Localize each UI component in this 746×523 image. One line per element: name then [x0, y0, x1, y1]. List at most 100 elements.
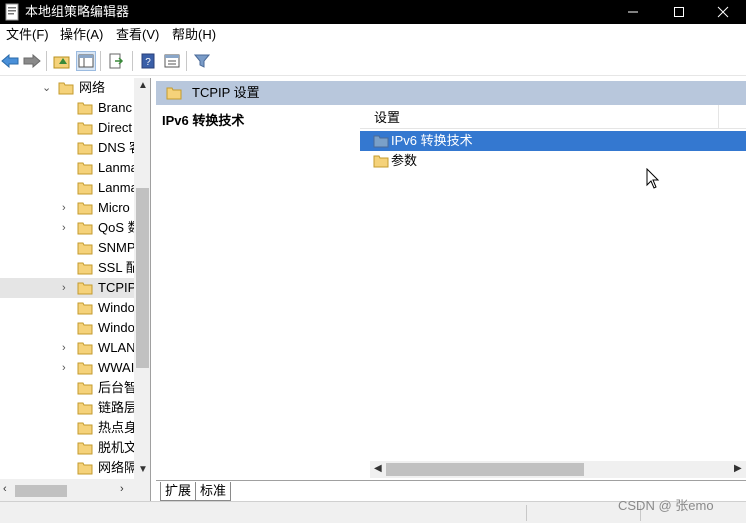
folder-icon	[58, 82, 74, 95]
folder-icon	[77, 182, 93, 195]
tree-item[interactable]: › QoS 数	[0, 218, 141, 238]
up-level-button[interactable]	[52, 51, 72, 71]
tree-item[interactable]: › WLAN	[0, 338, 136, 358]
folder-icon	[77, 222, 93, 235]
folder-icon	[77, 162, 93, 175]
tree-item-label: Direct	[98, 120, 132, 135]
menu-file[interactable]: 文件(F)	[2, 27, 53, 43]
tree-item-root[interactable]: ⌄ 网络	[0, 78, 134, 98]
scroll-thumb[interactable]	[136, 188, 149, 368]
tree-item[interactable]: 网络隔	[0, 458, 137, 478]
column-header-label: 设置	[374, 110, 401, 125]
show-hide-tree-button[interactable]	[76, 51, 96, 71]
forward-button[interactable]	[22, 51, 42, 71]
tree-item[interactable]: Windo	[0, 298, 135, 318]
folder-icon	[77, 262, 93, 275]
tree-item-label: WLAN	[98, 340, 136, 355]
properties-icon	[164, 54, 180, 68]
expand-chevron-icon[interactable]: ›	[62, 201, 72, 215]
scroll-thumb[interactable]	[386, 463, 584, 476]
expand-chevron-icon[interactable]: ›	[62, 281, 72, 295]
tree-item[interactable]: 链路层	[0, 398, 138, 418]
tree-item[interactable]: Lanma	[0, 158, 138, 178]
description-title: IPv6 转换技术	[162, 113, 245, 128]
maximize-icon	[674, 7, 684, 17]
toolbar-separator	[186, 51, 187, 71]
minimize-button[interactable]	[610, 0, 656, 24]
tree-item[interactable]: DNS 客	[0, 138, 142, 158]
properties-button[interactable]	[162, 51, 182, 71]
menu-help[interactable]: 帮助(H)	[168, 27, 220, 43]
node-header-title: TCPIP 设置	[192, 85, 260, 100]
filter-button[interactable]	[192, 51, 212, 71]
scroll-down-icon[interactable]: ▼	[138, 464, 148, 475]
folder-icon	[77, 242, 93, 255]
column-header-setting[interactable]: 设置	[360, 105, 746, 129]
tree-item[interactable]: › Micro	[0, 198, 134, 218]
tab-standard[interactable]: 标准	[196, 482, 232, 501]
tree-item-label: 热点身	[98, 420, 138, 435]
node-header: TCPIP 设置	[156, 81, 746, 105]
scroll-thumb[interactable]	[15, 485, 67, 497]
tree-item-label: 脱机文	[98, 440, 138, 455]
back-button[interactable]	[0, 51, 20, 71]
folder-icon	[77, 442, 93, 455]
close-button[interactable]	[700, 0, 746, 24]
toolbar-separator	[46, 51, 47, 71]
collapse-chevron-icon[interactable]: ⌄	[42, 81, 52, 95]
folder-icon	[77, 402, 93, 415]
expand-chevron-icon[interactable]: ›	[62, 361, 72, 375]
list-item[interactable]: 参数	[360, 151, 746, 171]
tree-item[interactable]: 脱机文	[0, 438, 138, 458]
menu-action[interactable]: 操作(A)	[56, 27, 107, 43]
expand-chevron-icon[interactable]: ›	[62, 221, 72, 235]
tree-item-label: SNMP	[98, 240, 136, 255]
tree-item[interactable]: Lanma	[0, 178, 138, 198]
tree-item-label: 链路层	[98, 400, 138, 415]
scroll-right-icon[interactable]: ▶	[734, 463, 742, 474]
tab-extended[interactable]: 扩展	[160, 482, 197, 501]
list-item-label: IPv6 转换技术	[391, 133, 473, 148]
tree-item-label: TCPIP	[98, 280, 137, 295]
tree-item[interactable]: SNMP	[0, 238, 136, 258]
title-bar: 本地组策略编辑器	[0, 0, 746, 24]
export-list-button[interactable]	[106, 51, 126, 71]
scroll-right-icon[interactable]: ›	[120, 483, 124, 495]
folder-icon	[77, 362, 93, 375]
mouse-cursor-icon	[646, 168, 660, 189]
tree-item[interactable]: SSL 配	[0, 258, 139, 278]
folder-icon	[77, 282, 93, 295]
tree-item[interactable]: Branc	[0, 98, 134, 118]
list-horizontal-scrollbar[interactable]: ◀ ▶	[370, 461, 746, 478]
folder-icon	[77, 342, 93, 355]
tree-item[interactable]: Direct	[0, 118, 134, 138]
folder-icon	[77, 202, 93, 215]
scroll-left-icon[interactable]: ‹	[3, 483, 7, 495]
tree-item-label: Windo	[98, 320, 135, 335]
expand-chevron-icon[interactable]: ›	[62, 341, 72, 355]
tree-vertical-scrollbar[interactable]: ▲ ▼	[134, 78, 150, 479]
tree-item[interactable]: › WWAI	[0, 358, 134, 378]
list-item-label: 参数	[391, 153, 418, 168]
scroll-left-icon[interactable]: ◀	[374, 463, 382, 474]
tree-pane: ⌄ 网络 Branc Direct DNS 客 Lanma Lanma › Micro › QoS …	[0, 78, 151, 501]
tree-horizontal-scrollbar[interactable]: ‹ ›	[0, 479, 150, 501]
folder-icon	[77, 122, 93, 135]
app-icon	[5, 3, 19, 21]
tree-item-label: 后台智	[98, 380, 138, 395]
maximize-button[interactable]	[656, 0, 702, 24]
back-arrow-icon	[1, 54, 19, 68]
toolbar-separator	[132, 51, 133, 71]
tree-item[interactable]: › TCPIP	[0, 278, 137, 298]
tree-item[interactable]: 热点身	[0, 418, 138, 438]
tree-item[interactable]: Windo	[0, 318, 135, 338]
help-button[interactable]: ?	[138, 51, 158, 71]
menu-bar: 文件(F) 操作(A) 查看(V) 帮助(H)	[0, 24, 746, 46]
scroll-up-icon[interactable]: ▲	[138, 80, 148, 91]
column-divider[interactable]	[718, 105, 719, 129]
svg-text:?: ?	[145, 57, 151, 68]
list-item[interactable]: IPv6 转换技术	[360, 131, 746, 151]
tree-item[interactable]: 后台智	[0, 378, 138, 398]
tree-item-label: Micro	[98, 200, 130, 215]
menu-view[interactable]: 查看(V)	[112, 27, 163, 43]
